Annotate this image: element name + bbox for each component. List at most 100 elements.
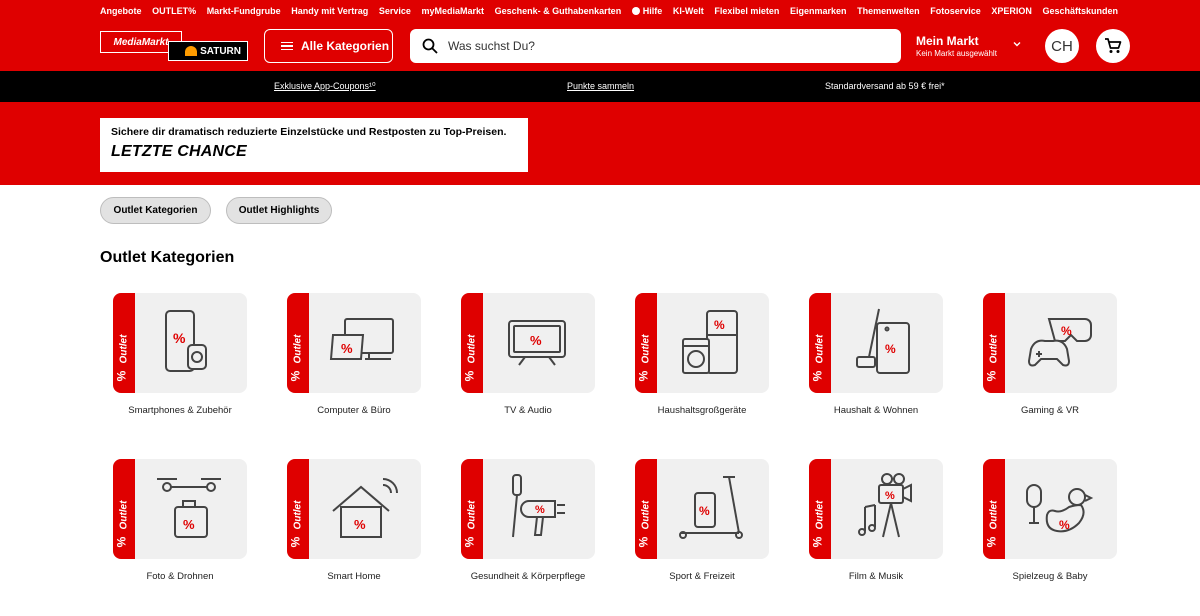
topnav-hilfe-label: Hilfe xyxy=(642,6,663,16)
outlet-ribbon: Outlet% xyxy=(809,459,831,559)
my-store-status: Kein Markt ausgewählt xyxy=(916,49,997,58)
outlet-ribbon: Outlet% xyxy=(461,293,483,393)
topnav-mymediamarkt[interactable]: myMediaMarkt xyxy=(422,6,485,16)
topnav-xperion[interactable]: XPERION xyxy=(991,6,1032,16)
category-label: Gaming & VR xyxy=(1020,405,1080,416)
chip-outlet-kategorien[interactable]: Outlet Kategorien xyxy=(100,197,211,224)
topnav-ki-welt[interactable]: KI-Welt xyxy=(673,6,704,16)
category-tile-sport-freizeit[interactable]: Outlet% % Sport & Freizeit xyxy=(635,459,769,582)
all-categories-label: Alle Kategorien xyxy=(301,39,390,53)
category-card: Outlet% % xyxy=(287,293,421,393)
outlet-ribbon: Outlet% xyxy=(635,293,657,393)
saturn-logo: SATURN xyxy=(168,41,248,61)
category-tile-smart-home[interactable]: Outlet% % Smart Home xyxy=(287,459,421,582)
topnav-geschenkkarten[interactable]: Geschenk- & Guthabenkarten xyxy=(495,6,622,16)
svg-text:%: % xyxy=(354,517,366,532)
computer-icon: % xyxy=(329,318,394,360)
search-bar[interactable] xyxy=(410,29,901,63)
svg-text:%: % xyxy=(885,490,895,502)
topnav-service[interactable]: Service xyxy=(379,6,411,16)
category-label: TV & Audio xyxy=(504,405,552,416)
outlet-ribbon: Outlet% xyxy=(809,293,831,393)
all-categories-button[interactable]: Alle Kategorien xyxy=(264,29,393,63)
vacuum-icon: % xyxy=(856,308,910,374)
category-label: Haushaltsgroßgeräte xyxy=(657,405,747,416)
category-card: Outlet% % xyxy=(461,459,595,559)
saturn-logo-text: SATURN xyxy=(200,45,241,57)
top-navigation: Angebote OUTLET% Markt-Fundgrube Handy m… xyxy=(100,6,1129,16)
topnav-angebote[interactable]: Angebote xyxy=(100,6,142,16)
outlet-ribbon: Outlet% xyxy=(983,459,1005,559)
category-tile-haushalt-wohnen[interactable]: Outlet% % Haushalt & Wohnen xyxy=(809,293,943,416)
topnav-hilfe[interactable]: Hilfe xyxy=(631,6,663,16)
topnav-flexibel-mieten[interactable]: Flexibel mieten xyxy=(714,6,779,16)
cart-icon xyxy=(1105,38,1122,53)
svg-text:%: % xyxy=(885,342,896,356)
topnav-eigenmarken[interactable]: Eigenmarken xyxy=(790,6,847,16)
outlet-ribbon: Outlet% xyxy=(287,459,309,559)
topnav-handy-mit-vertrag[interactable]: Handy mit Vertrag xyxy=(291,6,368,16)
category-tile-film-musik[interactable]: Outlet% % Film & Musik xyxy=(809,459,943,582)
topnav-outlet[interactable]: OUTLET% xyxy=(152,6,196,16)
category-tile-spielzeug-baby[interactable]: Outlet% % Spielzeug & Baby xyxy=(983,459,1117,582)
category-tile-computer[interactable]: Outlet% % Computer & Büro xyxy=(287,293,421,416)
category-label: Gesundheit & Körperpflege xyxy=(470,571,586,582)
category-tile-tv-audio[interactable]: Outlet% % TV & Audio xyxy=(461,293,595,416)
brand-logo[interactable]: MediaMarkt SATURN xyxy=(100,31,248,61)
app-coupons-link[interactable]: Exklusive App-Coupons¹⁰ xyxy=(274,81,376,92)
outlet-ribbon: Outlet% xyxy=(983,293,1005,393)
category-tile-gaming-vr[interactable]: Outlet% % Gaming & VR xyxy=(983,293,1117,416)
my-store-title: Mein Markt xyxy=(916,34,979,48)
category-label: Foto & Drohnen xyxy=(146,571,214,582)
category-card: Outlet% % xyxy=(983,459,1117,559)
category-label: Sport & Freizeit xyxy=(669,571,735,582)
user-avatar[interactable]: CH xyxy=(1045,29,1079,63)
category-card: Outlet% % xyxy=(461,293,595,393)
site-header: Angebote OUTLET% Markt-Fundgrube Handy m… xyxy=(0,0,1200,71)
category-tile-smartphones[interactable]: Outlet% % Smartphones & Zubehör xyxy=(113,293,247,416)
saturn-sun-icon xyxy=(185,46,197,56)
collect-points-link[interactable]: Punkte sammeln xyxy=(567,81,634,91)
hero-subtitle: Sichere dir dramatisch reduzierte Einzel… xyxy=(111,126,507,138)
outlet-ribbon: Outlet% xyxy=(287,293,309,393)
topnav-fotoservice[interactable]: Fotoservice xyxy=(930,6,981,16)
toy-duck-icon: % xyxy=(1026,484,1094,533)
category-label: Computer & Büro xyxy=(317,405,391,416)
category-label: Smartphones & Zubehör xyxy=(128,405,232,416)
chip-outlet-highlights[interactable]: Outlet Highlights xyxy=(226,197,332,224)
category-card: Outlet% % xyxy=(809,459,943,559)
topnav-geschaeftskunden[interactable]: Geschäftskunden xyxy=(1042,6,1118,16)
outlet-ribbon: Outlet% xyxy=(635,459,657,559)
my-store-selector[interactable]: Mein Markt Kein Markt ausgewählt xyxy=(916,34,1021,58)
category-label: Smart Home xyxy=(327,571,381,582)
category-card: Outlet% % xyxy=(113,459,247,559)
search-input[interactable] xyxy=(448,39,888,53)
category-card: Outlet% % xyxy=(113,293,247,393)
category-card: Outlet% % xyxy=(287,459,421,559)
svg-text:%: % xyxy=(714,318,725,332)
topnav-themenwelten[interactable]: Themenwelten xyxy=(857,6,920,16)
outlet-ribbon: Outlet% xyxy=(113,293,135,393)
category-card: Outlet% % xyxy=(635,293,769,393)
outlet-ribbon: Outlet% xyxy=(113,459,135,559)
category-tile-haushaltsgrossgeraete[interactable]: Outlet% % Haushaltsgroßgeräte xyxy=(635,293,769,416)
cart-button[interactable] xyxy=(1096,29,1130,63)
svg-text:%: % xyxy=(183,517,195,532)
category-tile-gesundheit[interactable]: Outlet% % Gesundheit & Körperpflege xyxy=(461,459,595,582)
topnav-markt-fundgrube[interactable]: Markt-Fundgrube xyxy=(207,6,281,16)
svg-text:%: % xyxy=(699,504,710,518)
category-label: Film & Musik xyxy=(848,571,904,582)
hero-banner: Sichere dir dramatisch reduzierte Einzel… xyxy=(0,102,1200,185)
help-icon xyxy=(631,7,640,15)
svg-text:%: % xyxy=(173,330,186,346)
svg-text:%: % xyxy=(1059,518,1070,532)
drone-icon: % xyxy=(157,478,221,538)
section-title: Outlet Kategorien xyxy=(100,249,235,266)
category-tile-foto-drohnen[interactable]: Outlet% % Foto & Drohnen xyxy=(113,459,247,582)
promo-bar: Exklusive App-Coupons¹⁰ Punkte sammeln S… xyxy=(0,71,1200,102)
svg-text:%: % xyxy=(1061,324,1072,338)
svg-text:%: % xyxy=(535,504,545,516)
category-label: Haushalt & Wohnen xyxy=(833,405,919,416)
chevron-down-icon xyxy=(1013,42,1021,47)
hero-textbox: Sichere dir dramatisch reduzierte Einzel… xyxy=(100,118,528,172)
